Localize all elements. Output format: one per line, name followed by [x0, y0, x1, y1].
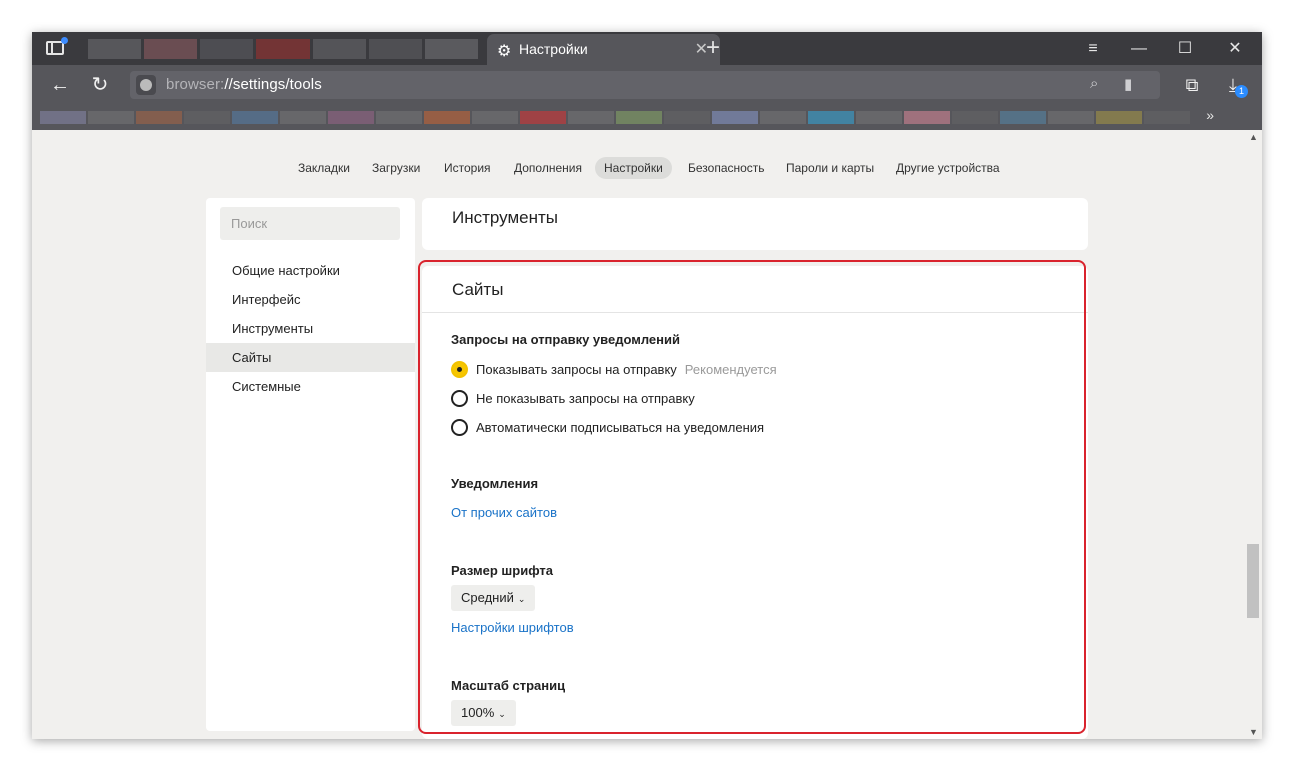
sites-section-title: Сайты — [452, 280, 504, 299]
sidebar-item-sites[interactable]: Сайты — [206, 343, 415, 372]
blurred-tabs[interactable] — [88, 39, 478, 59]
menu-icon[interactable]: ≡ — [1070, 32, 1116, 65]
page-zoom-title: Масштаб страниц — [451, 678, 566, 693]
tab-extensions[interactable]: Дополнения — [505, 157, 591, 179]
tab-other-devices[interactable]: Другие устройства — [887, 157, 1009, 179]
sidebar-item-interface[interactable]: Интерфейс — [206, 285, 415, 314]
search-icon[interactable]: ⌕ — [1090, 75, 1098, 92]
notifications-title: Уведомления — [451, 476, 539, 491]
tab-strip: ⚙ Настройки ✕ + ≡ — ☐ ✕ — [32, 32, 1262, 65]
sidebar-item-general[interactable]: Общие настройки — [206, 256, 415, 285]
protect-icon[interactable]: ⧉ — [1177, 71, 1207, 99]
scroll-up-icon[interactable]: ▲ — [1249, 132, 1258, 142]
tab-security[interactable]: Безопасность — [679, 157, 774, 179]
sidebar-toggle-icon[interactable] — [46, 37, 68, 55]
maximize-button[interactable]: ☐ — [1162, 32, 1208, 65]
sidebar-item-tools[interactable]: Инструменты — [206, 314, 415, 343]
tab-settings-page[interactable]: Настройки — [595, 157, 672, 179]
radio-label: Не показывать запросы на отправку — [476, 391, 695, 406]
reload-icon[interactable]: ↻ — [86, 71, 114, 99]
font-size-title: Размер шрифта — [451, 563, 553, 578]
sites-card: Сайты Запросы на отправку уведомлений По… — [422, 266, 1088, 739]
page-scrollbar[interactable]: ▲ ▼ — [1245, 130, 1262, 739]
bookmarks-bar: » — [32, 105, 1262, 130]
tools-card: Инструменты — [422, 198, 1088, 250]
font-size-select[interactable]: Средний ⌄ — [451, 585, 536, 611]
url-text[interactable]: browser://settings/tools — [166, 76, 322, 93]
downloads-badge: 1 — [1235, 85, 1248, 98]
bookmark-icon[interactable]: ▮ — [1124, 75, 1132, 93]
settings-sidebar: Общие настройки Интерфейс Инструменты Са… — [206, 198, 415, 731]
blurred-bookmarks[interactable] — [40, 111, 1190, 124]
browser-window: ⚙ Настройки ✕ + ≡ — ☐ ✕ ← ↻ browser://se… — [32, 32, 1262, 739]
radio-label: Показывать запросы на отправку — [476, 362, 677, 377]
back-arrow-icon[interactable]: ← — [46, 71, 74, 99]
new-tab-button[interactable]: + — [700, 32, 726, 65]
chevron-down-icon: ⌄ — [498, 709, 506, 719]
close-window-button[interactable]: ✕ — [1212, 32, 1258, 65]
tab-settings[interactable]: ⚙ Настройки ✕ — [487, 34, 720, 65]
notification-dot-icon — [61, 37, 68, 44]
chevron-down-icon: ⌄ — [517, 594, 526, 604]
minimize-button[interactable]: — — [1116, 32, 1162, 65]
radio-unselected-icon[interactable] — [451, 419, 468, 436]
search-input[interactable] — [220, 207, 400, 240]
bookmarks-overflow-icon[interactable]: » — [1206, 107, 1214, 123]
tab-bookmarks[interactable]: Закладки — [289, 157, 359, 179]
page-zoom-select[interactable]: 100% ⌄ — [451, 700, 516, 726]
radio-label: Автоматически подписываться на уведомлен… — [476, 420, 765, 435]
tab-history[interactable]: История — [435, 157, 500, 179]
font-settings-link[interactable]: Настройки шрифтов — [451, 620, 574, 635]
recommended-hint: Рекомендуется — [684, 362, 777, 377]
tab-downloads[interactable]: Загрузки — [363, 157, 429, 179]
address-bar[interactable]: browser://settings/tools ⌕ ▮ — [130, 71, 1160, 99]
settings-page: Закладки Загрузки История Дополнения Нас… — [32, 130, 1245, 739]
site-identity-icon[interactable] — [136, 75, 156, 95]
radio-selected-icon[interactable] — [451, 361, 468, 378]
toolbar: ← ↻ browser://settings/tools ⌕ ▮ ⧉ ⤓ 1 — [32, 65, 1262, 105]
gear-icon: ⚙ — [497, 43, 512, 60]
tab-title: Настройки — [519, 41, 588, 57]
tab-passwords[interactable]: Пароли и карты — [777, 157, 883, 179]
sidebar-item-system[interactable]: Системные — [206, 372, 415, 401]
download-icon[interactable]: ⤓ 1 — [1218, 71, 1248, 99]
scroll-thumb[interactable] — [1247, 544, 1259, 618]
notif-requests-title: Запросы на отправку уведомлений — [451, 332, 680, 347]
scroll-down-icon[interactable]: ▼ — [1249, 727, 1258, 737]
top-nav: Закладки Загрузки История Дополнения Нас… — [32, 157, 1245, 179]
radio-unselected-icon[interactable] — [451, 390, 468, 407]
other-sites-link[interactable]: От прочих сайтов — [451, 505, 557, 520]
tools-section-title: Инструменты — [452, 208, 559, 227]
section-divider — [422, 312, 1088, 313]
